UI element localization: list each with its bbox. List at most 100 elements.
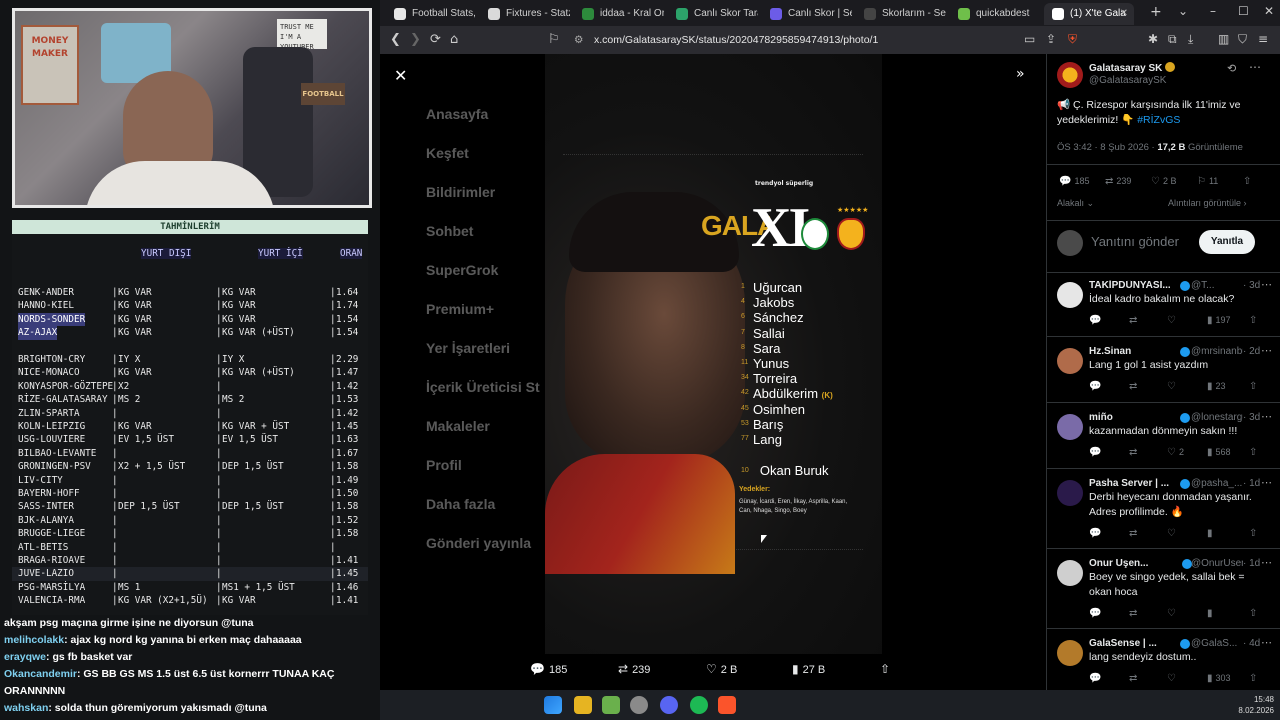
grok-icon[interactable]: ⟲ — [1227, 62, 1236, 75]
vpn-icon[interactable]: ⛉ — [1238, 32, 1247, 47]
reply-handle[interactable]: @lonestargunnerr — [1191, 412, 1243, 423]
reply-views-action[interactable]: ▮ 197 — [1207, 315, 1231, 326]
obs-icon[interactable] — [630, 696, 648, 714]
reply-author[interactable]: Onur Uşen... — [1089, 558, 1148, 569]
close-icon[interactable]: ✕ — [394, 66, 407, 85]
reply-handle[interactable]: @T... — [1191, 280, 1215, 291]
reply-retweet-action[interactable]: ⇄ — [1129, 381, 1140, 392]
reply-handle[interactable]: @OnurUsen... — [1191, 558, 1243, 569]
file-explorer-icon[interactable] — [574, 696, 592, 714]
post-time[interactable]: ÖS 3:42 · 8 Şub 2026 · — [1057, 142, 1157, 153]
reply-like-action[interactable]: ♡ — [1167, 528, 1179, 539]
reply-reply-action[interactable]: 💬 — [1089, 381, 1104, 392]
reply-handle[interactable]: @pasha_... — [1191, 478, 1242, 489]
reply-share-action[interactable]: ⇧ — [1249, 608, 1260, 619]
menu-icon[interactable]: ≡ — [1258, 32, 1268, 46]
reply-views-action[interactable]: ▮ 23 — [1207, 381, 1226, 392]
browser-tab[interactable]: (1) X'te Gala ✕ — [1044, 3, 1134, 25]
reply-reply-action[interactable]: 💬 — [1089, 608, 1104, 619]
download-icon[interactable]: ⤓ — [1188, 32, 1193, 47]
reply-like-action[interactable]: ♡ — [1167, 673, 1179, 684]
puzzle-icon[interactable]: ⧉ — [1168, 32, 1177, 47]
reply-time[interactable]: · 1d — [1243, 558, 1260, 569]
reply-views-action[interactable]: ▮ — [1207, 608, 1216, 619]
more-icon[interactable]: ⋯ — [1249, 60, 1261, 74]
reply-reply-action[interactable]: 💬 — [1089, 447, 1104, 458]
reply-author[interactable]: GalaSense | ... — [1089, 638, 1157, 649]
back-icon[interactable]: ❮ — [390, 32, 401, 47]
reply-like-action[interactable]: ♡ 2 — [1167, 447, 1184, 458]
post-retweet-count[interactable]: ⇄ 239 — [1105, 176, 1131, 187]
reply-author[interactable]: Pasha Server | ... — [1089, 478, 1169, 489]
more-icon[interactable]: ⋯ — [1261, 278, 1272, 291]
browser-tab[interactable]: Skorlarım - Senin — [856, 3, 946, 25]
reply-button[interactable]: Yanıtla — [1199, 230, 1255, 254]
reply-views-action[interactable]: ▮ 568 — [1207, 447, 1231, 458]
reply-share-action[interactable]: ⇧ — [1249, 315, 1260, 326]
galatasaray-avatar[interactable] — [1057, 62, 1083, 88]
reply-views-action[interactable]: ▮ — [1207, 528, 1216, 539]
post-like-count[interactable]: ♡ 2 B — [1151, 176, 1176, 187]
post-reply-count[interactable]: 💬 185 — [1059, 176, 1089, 187]
post-handle[interactable]: @GalatasaraySK — [1089, 75, 1166, 86]
views-action[interactable]: ▮ 27 B — [792, 662, 825, 676]
reply-avatar[interactable] — [1057, 414, 1083, 440]
collapse-panel-icon[interactable]: » — [1016, 66, 1025, 82]
post-hashtag[interactable]: #RİZvGS — [1137, 114, 1180, 126]
browser-tab[interactable]: iddaa - Kral Oran — [574, 3, 664, 25]
reply-reply-action[interactable]: 💬 — [1089, 528, 1104, 539]
reply-handle[interactable]: @mrsinanbulut — [1191, 346, 1243, 357]
home-icon[interactable]: ⌂ — [450, 32, 458, 47]
more-icon[interactable]: ⋯ — [1261, 556, 1272, 569]
clock-date[interactable]: 8.02.2026 — [1238, 705, 1274, 716]
extensions-icon[interactable]: ✱ — [1148, 32, 1158, 46]
browser-tab[interactable]: Canlı Skor | Seçili — [762, 3, 852, 25]
more-icon[interactable]: ⋯ — [1261, 344, 1272, 357]
reply-retweet-action[interactable]: ⇄ — [1129, 608, 1140, 619]
reply-author[interactable]: miño — [1089, 412, 1113, 423]
reply-share-action[interactable]: ⇧ — [1249, 381, 1260, 392]
reply-avatar[interactable] — [1057, 560, 1083, 586]
reply-time[interactable]: · 3d — [1243, 412, 1260, 423]
spotify-icon[interactable] — [690, 696, 708, 714]
reply-reply-action[interactable]: 💬 — [1089, 315, 1104, 326]
notepad-icon[interactable] — [602, 696, 620, 714]
share-icon[interactable]: ⇪ — [1046, 32, 1056, 46]
reply-retweet-action[interactable]: ⇄ — [1129, 447, 1140, 458]
reply-avatar[interactable] — [1057, 640, 1083, 666]
reply-handle[interactable]: @GalaS... — [1191, 638, 1237, 649]
url-field[interactable]: ⚙ x.com/GalatasaraySK/status/20204782958… — [566, 30, 1060, 50]
reply-retweet-action[interactable]: ⇄ — [1129, 528, 1140, 539]
browser-tab[interactable]: Canlı Skor Tarayıc — [668, 3, 758, 25]
close-window-icon[interactable]: ✕ — [1264, 4, 1274, 18]
reply-time[interactable]: · 2d — [1243, 346, 1260, 357]
reply-time[interactable]: · 3d — [1243, 280, 1260, 291]
reply-reply-action[interactable]: 💬 — [1089, 673, 1104, 684]
reply-author[interactable]: Hz.Sinan — [1089, 346, 1131, 357]
reply-time[interactable]: · 1d — [1243, 478, 1260, 489]
reload-icon[interactable]: ⟳ — [430, 32, 441, 47]
reply-action[interactable]: 💬 185 — [530, 662, 567, 676]
share-action[interactable]: ⇧ — [880, 662, 894, 676]
retweet-action[interactable]: ⇄ 239 — [618, 662, 650, 676]
start-icon[interactable] — [544, 696, 562, 714]
reply-like-action[interactable]: ♡ — [1167, 381, 1179, 392]
browser-tab[interactable]: Football Stats, Tab — [386, 3, 476, 25]
more-icon[interactable]: ⋯ — [1261, 476, 1272, 489]
reply-avatar[interactable] — [1057, 282, 1083, 308]
more-icon[interactable]: ⋯ — [1261, 636, 1272, 649]
reply-retweet-action[interactable]: ⇄ — [1129, 315, 1140, 326]
browser-tab[interactable]: quickabdest — [950, 3, 1040, 25]
tab-search-icon[interactable]: ⌄ — [1178, 4, 1188, 18]
reply-share-action[interactable]: ⇧ — [1249, 447, 1260, 458]
reply-avatar[interactable] — [1057, 348, 1083, 374]
bookmark-icon[interactable]: ⚐ — [548, 32, 560, 47]
reply-like-action[interactable]: ♡ — [1167, 315, 1179, 326]
reply-time[interactable]: · 4d — [1243, 638, 1260, 649]
post-author[interactable]: Galatasaray SK — [1089, 62, 1176, 74]
reply-views-action[interactable]: ▮ 303 — [1207, 673, 1231, 684]
minimize-icon[interactable]: – — [1210, 4, 1216, 18]
brave-icon[interactable] — [718, 696, 736, 714]
reply-retweet-action[interactable]: ⇄ — [1129, 673, 1140, 684]
new-tab-icon[interactable]: + — [1150, 4, 1162, 20]
